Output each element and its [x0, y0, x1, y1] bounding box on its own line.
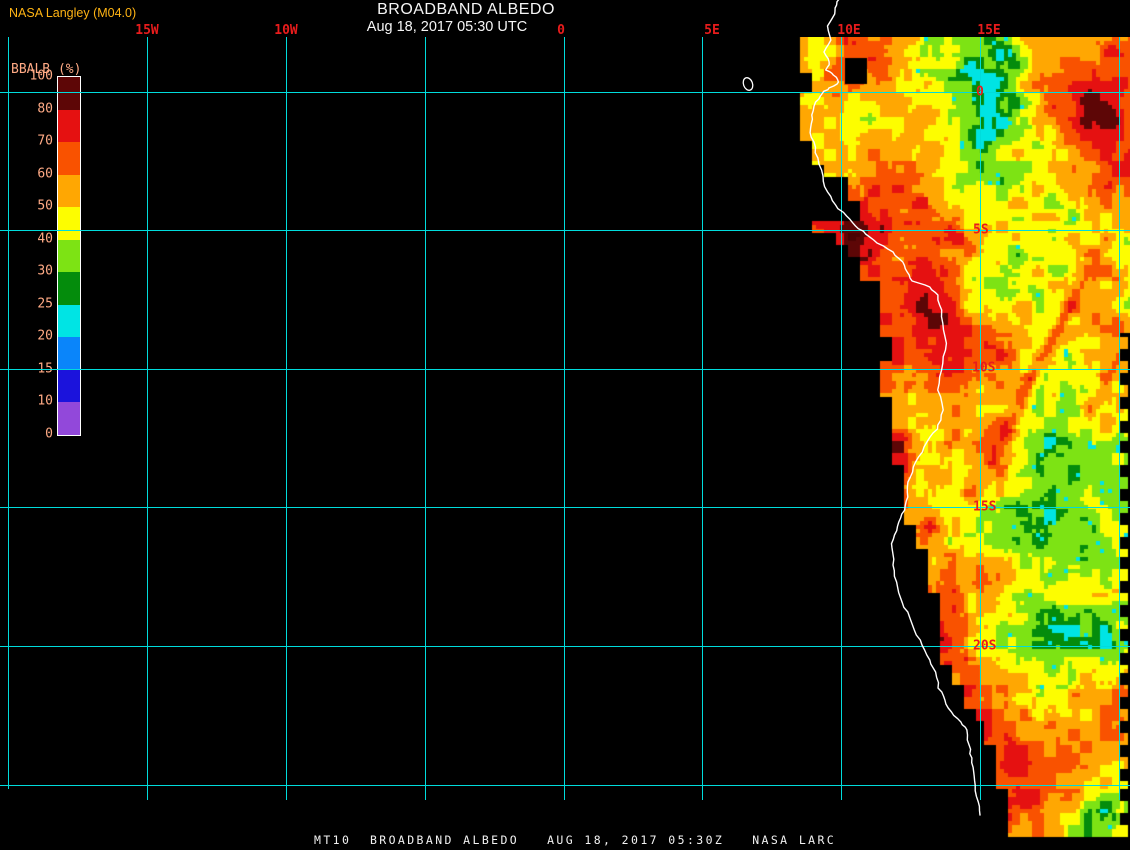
legend-tick-label: 80: [37, 101, 53, 116]
latitude-label: 15S: [973, 499, 997, 515]
bottom-caption: MT10 BROADBAND ALBEDO AUG 18, 2017 05:30…: [314, 833, 837, 847]
legend-tick-label: 50: [37, 198, 53, 214]
longitude-label: 15W: [135, 23, 159, 38]
longitude-label: 15E: [977, 23, 1001, 38]
vertical-gridline: [564, 37, 565, 800]
legend-colorbar: [57, 76, 81, 436]
timestamp-subtitle: Aug 18, 2017 05:30 UTC: [366, 19, 528, 35]
legend-color-segment: [58, 402, 80, 435]
latitude-label: 5S: [973, 222, 989, 238]
island-outline: [742, 77, 754, 91]
latitude-label: 10S: [972, 360, 996, 376]
legend-tick-label: 15: [37, 361, 53, 376]
legend-color-segment: [58, 207, 80, 240]
legend-color-segment: [58, 369, 80, 402]
legend-tick-label: 20: [37, 328, 53, 344]
latitude-label: 20S: [973, 638, 997, 654]
legend-tick-label: 25: [37, 296, 53, 311]
vertical-gridline: [702, 37, 703, 800]
legend-tick-label: 10: [37, 393, 53, 409]
longitude-label: 10W: [274, 23, 298, 38]
legend-color-segment: [58, 304, 80, 337]
longitude-label: 0: [557, 23, 565, 38]
vertical-gridline: [147, 37, 148, 800]
legend-color-segment: [58, 77, 80, 110]
longitude-label: 5E: [704, 23, 720, 38]
page-title: BROADBAND ALBEDO: [377, 1, 555, 18]
legend-tick-label: 0: [45, 426, 53, 441]
legend-tick-label: 60: [37, 166, 53, 181]
legend-color-segment: [58, 337, 80, 370]
legend-tick-label: 70: [37, 133, 53, 149]
vertical-gridline: [425, 37, 426, 800]
albedo-data-swath: [780, 37, 1130, 838]
latitude-label: 0: [976, 84, 984, 100]
legend-color-segment: [58, 272, 80, 305]
legend-color-segment: [58, 109, 80, 142]
legend-tick-label: 30: [37, 263, 53, 279]
legend-color-segment: [58, 142, 80, 175]
legend-tick-label: 100: [29, 68, 53, 84]
vertical-gridline: [286, 37, 287, 800]
albedo-map-stage: BBALB (%) 100 80 70 60 50 40 30 25 20 15 10 0 15W 10…: [0, 0, 1130, 850]
longitude-label: 10E: [837, 23, 861, 38]
legend-tick-labels: 100 80 70 60 50 40 30 25 20 15 10 0: [0, 0, 53, 460]
legend-color-segment: [58, 174, 80, 207]
legend-tick-label: 40: [37, 231, 53, 246]
nasa-credit: NASA Langley (M04.0): [9, 6, 137, 20]
legend-color-segment: [58, 239, 80, 272]
